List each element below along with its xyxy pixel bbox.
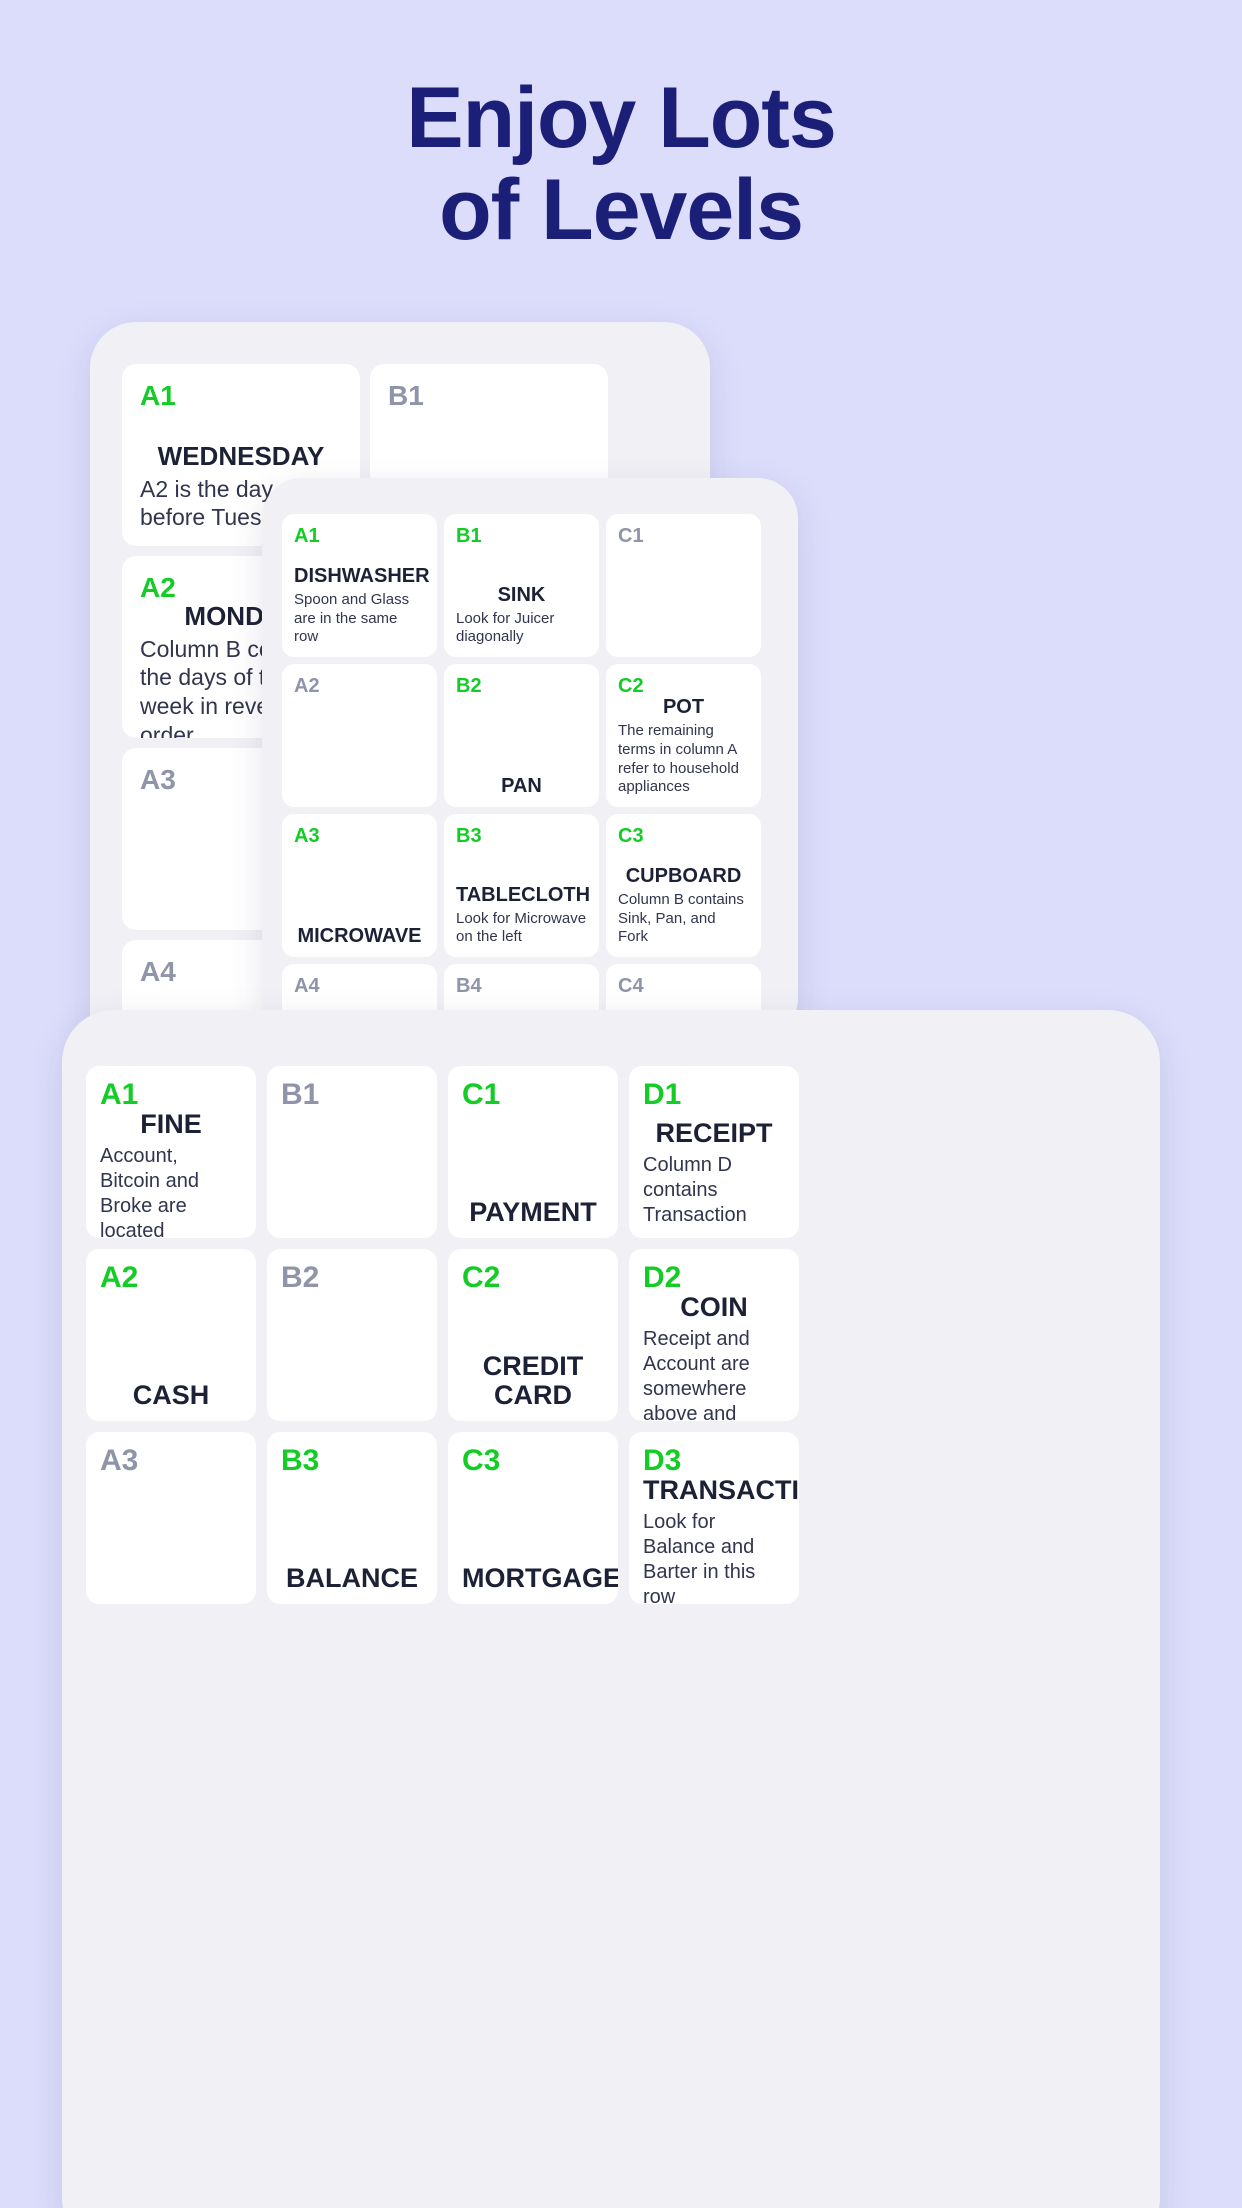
puzzle-cell-id: A2	[294, 675, 320, 697]
puzzle-cell-hint: Spoon and Glass are in the same row	[294, 590, 410, 646]
puzzle-cell[interactable]: A1 DISHWASHER Spoon and Glass are in the s…	[282, 514, 437, 657]
puzzle-cell-id: B3	[281, 1444, 320, 1477]
puzzle-cell-id: D1	[643, 1078, 682, 1111]
puzzle-cell-body: SINK Look for Juicer diagonally	[456, 584, 587, 648]
puzzle-cell-hint: Column B contains Sink, Pan, and Fork	[618, 890, 744, 946]
puzzle-cell[interactable]: A3 MICROWAVE	[282, 814, 437, 957]
puzzle-cell-id: A1	[140, 380, 176, 411]
level-card-kitchen[interactable]: A1 DISHWASHER Spoon and Glass are in the s…	[262, 478, 798, 1038]
puzzle-cell-id: D2	[643, 1261, 682, 1294]
puzzle-cell-id: D3	[643, 1444, 682, 1477]
puzzle-cell-id: B4	[456, 975, 482, 997]
puzzle-cell[interactable]: C3 CUPBOARD Column B contains Sink, Pan, a…	[606, 814, 761, 957]
puzzle-cell-id: C4	[618, 975, 644, 997]
puzzle-cell-id: A1	[100, 1078, 139, 1111]
puzzle-cell-word: PAN	[501, 775, 542, 797]
puzzle-cell-word: RECEIPT	[655, 1118, 773, 1149]
puzzle-cell-hint: Look for Microwave on the left	[456, 909, 587, 946]
puzzle-cell-word: CUPBOARD	[625, 864, 742, 887]
puzzle-cell-word: COIN	[680, 1292, 748, 1322]
puzzle-cell-body: RECEIPT Column D contains Transaction	[643, 1119, 785, 1228]
puzzle-cell-word: MORTGAGE	[462, 1563, 618, 1594]
puzzle-cell-id: B1	[281, 1078, 320, 1111]
puzzle-cell-body: COIN Receipt and Account are somewhere ab…	[643, 1292, 785, 1421]
puzzle-cell-body: POT The remaining terms in column A refer…	[618, 696, 749, 797]
puzzle-cell-word: CREDIT CARD	[482, 1350, 584, 1411]
puzzle-cell-word: TABLECLOTH	[456, 883, 591, 906]
puzzle-cell-hint: Receipt and Account are somewhere above …	[643, 1327, 750, 1421]
puzzle-cell-id: A1	[294, 525, 320, 547]
puzzle-grid-money: A1 FINE Account, Bitcoin and Broke are loc…	[62, 1010, 1160, 1604]
puzzle-cell-word: FINE	[140, 1109, 202, 1139]
puzzle-cell[interactable]: A2	[282, 664, 437, 807]
puzzle-cell-id: C1	[618, 525, 644, 547]
puzzle-cell-word: SINK	[497, 583, 546, 606]
puzzle-cell[interactable]: A1 FINE Account, Bitcoin and Broke are loc…	[86, 1066, 256, 1238]
puzzle-cell-id: A3	[100, 1444, 139, 1477]
puzzle-cell-word: DISHWASHER	[294, 564, 430, 587]
puzzle-cell-word: TRANSACTION	[643, 1475, 799, 1505]
puzzle-cell[interactable]: C2 CREDIT CARD	[448, 1249, 618, 1421]
puzzle-cell-body: FINE Account, Bitcoin and Broke are locat…	[100, 1109, 242, 1238]
puzzle-cell-id: B2	[456, 675, 482, 697]
puzzle-cell[interactable]: C1	[606, 514, 761, 657]
puzzle-cell-word: CASH	[132, 1380, 210, 1411]
puzzle-cell-id: C1	[462, 1078, 501, 1111]
puzzle-cell[interactable]: D2 COIN Receipt and Account are somewhere …	[629, 1249, 799, 1421]
puzzle-cell-body: CUPBOARD Column B contains Sink, Pan, and…	[618, 865, 749, 947]
puzzle-cell-id: A2	[100, 1261, 139, 1294]
puzzle-cell[interactable]: C1 PAYMENT	[448, 1066, 618, 1238]
puzzle-cell[interactable]: C2 POT The remaining terms in column A ref…	[606, 664, 761, 807]
puzzle-cell[interactable]: B2	[267, 1249, 437, 1421]
puzzle-cell-id: C3	[462, 1444, 501, 1477]
puzzle-cell-id: B1	[388, 380, 424, 411]
puzzle-cell-hint: Column D contains Transaction	[643, 1154, 747, 1226]
puzzle-cell[interactable]: C3 MORTGAGE	[448, 1432, 618, 1604]
puzzle-cell[interactable]: A2 CASH	[86, 1249, 256, 1421]
puzzle-cell-body: TABLECLOTH Look for Microwave on the left	[456, 883, 591, 948]
page-title-line-1: Enjoy Lots	[406, 70, 837, 166]
puzzle-cell[interactable]: B2 PAN	[444, 664, 599, 807]
puzzle-grid-kitchen: A1 DISHWASHER Spoon and Glass are in the s…	[262, 478, 798, 1038]
puzzle-cell[interactable]: D3TRANSACTION Look for Balance and Barter…	[629, 1432, 799, 1604]
puzzle-cell-body: MORTGAGE	[462, 1563, 618, 1594]
page-title: Enjoy Lots of Levels	[0, 72, 1242, 256]
puzzle-cell-body: MICROWAVE	[294, 925, 425, 947]
puzzle-cell-id: B1	[456, 525, 482, 547]
puzzle-cell-hint: Look for Balance and Barter in this row	[643, 1510, 756, 1604]
puzzle-cell-word: MICROWAVE	[297, 925, 422, 947]
puzzle-cell[interactable]: B1	[267, 1066, 437, 1238]
puzzle-cell[interactable]: B3 BALANCE	[267, 1432, 437, 1604]
puzzle-cell-word: BALANCE	[286, 1563, 418, 1594]
puzzle-cell-body: CREDIT CARD	[462, 1350, 604, 1411]
puzzle-cell-id: C2	[462, 1261, 501, 1294]
puzzle-cell-body: BALANCE	[281, 1564, 423, 1594]
puzzle-cell[interactable]: B3 TABLECLOTH Look for Microwave on the le…	[444, 814, 599, 957]
puzzle-cell-body: PAN	[456, 775, 587, 797]
level-card-money[interactable]: A1 FINE Account, Bitcoin and Broke are loc…	[62, 1010, 1160, 2208]
puzzle-cell-id: A3	[294, 825, 320, 847]
puzzle-cell-id: B3	[456, 825, 482, 847]
puzzle-cell-hint: The remaining terms in column A refer to…	[618, 722, 739, 796]
puzzle-cell-id: A4	[294, 975, 320, 997]
puzzle-cell[interactable]: A3	[86, 1432, 256, 1604]
puzzle-cell-body: CASH	[100, 1381, 242, 1411]
puzzle-cell-body: PAYMENT	[462, 1198, 604, 1228]
puzzle-cell-body: DISHWASHER Spoon and Glass are in the sam…	[294, 564, 430, 647]
puzzle-cell-word: WEDNESDAY	[157, 440, 325, 471]
puzzle-cell[interactable]: D1 RECEIPT Column D contains Transaction	[629, 1066, 799, 1238]
puzzle-cell-id: C3	[618, 825, 644, 847]
puzzle-cell-word: PAYMENT	[469, 1197, 597, 1228]
puzzle-cell-body: TRANSACTION Look for Balance and Barter i…	[643, 1475, 799, 1604]
puzzle-cell-word: POT	[662, 696, 705, 718]
page-title-line-2: of Levels	[439, 162, 804, 259]
puzzle-cell-hint: Look for Juicer diagonally	[456, 609, 555, 646]
puzzle-cell-id: B2	[281, 1261, 320, 1294]
puzzle-cell-hint: Account, Bitcoin and Broke are located d…	[100, 1144, 199, 1238]
puzzle-cell-id: C2	[618, 675, 644, 697]
puzzle-cell[interactable]: B1 SINK Look for Juicer diagonally	[444, 514, 599, 657]
